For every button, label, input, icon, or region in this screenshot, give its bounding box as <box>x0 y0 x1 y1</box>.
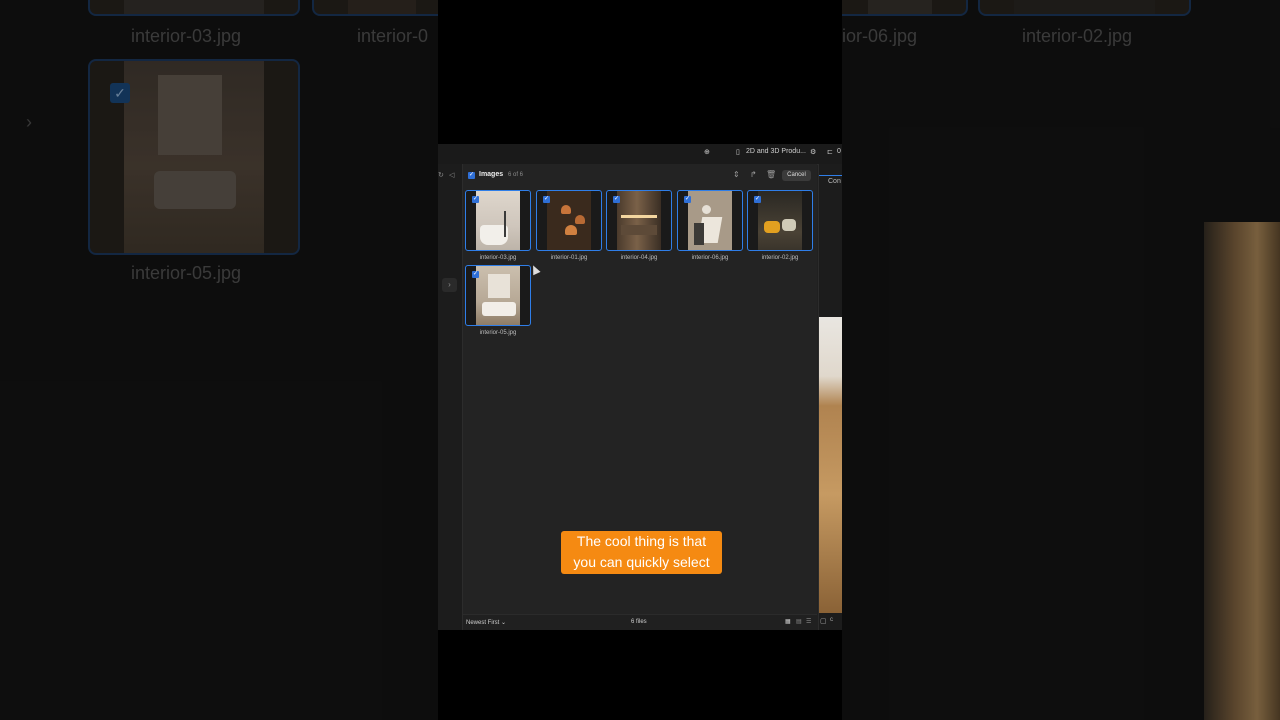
left-rail: ↻ ◁ › <box>438 164 463 630</box>
chevron-right-icon[interactable]: › <box>442 278 457 292</box>
selection-count: 6 of 6 <box>508 172 524 178</box>
block-shape <box>694 223 704 245</box>
check-icon[interactable]: ✓ <box>684 196 691 203</box>
check-icon[interactable]: ✓ <box>543 196 550 203</box>
top-bar: ⊕ ▯ 2D and 3D Produ... ⚙ ⊏ 0 <box>438 144 842 165</box>
check-icon[interactable]: ✓ <box>472 196 479 203</box>
yellow-chair-shape <box>764 221 780 233</box>
collapse-panel-icon[interactable]: ◁ <box>449 171 454 179</box>
pendant-lamp-shape <box>561 205 571 214</box>
footer-edge-label: c <box>830 617 833 623</box>
topbar-edge-label: 0 <box>837 148 841 155</box>
thumbnail-label: interior-03.jpg <box>479 255 517 261</box>
list-view-icon[interactable]: ☰ <box>806 618 811 625</box>
thumbnail-label: interior-02.jpg <box>761 255 799 261</box>
share-icon[interactable]: ↱ <box>750 170 757 179</box>
caption-line-2: you can quickly select <box>573 554 710 570</box>
thumbnail-interior-03[interactable]: ✓ <box>465 190 531 251</box>
pendant-lamp-shape <box>575 215 585 224</box>
check-icon[interactable]: ✓ <box>613 196 620 203</box>
led-shelf-shape <box>621 215 657 218</box>
background-left: interior-03.jpg interior-0 ✓ interior-05… <box>0 0 438 720</box>
thumbnail-label: interior-06.jpg <box>691 255 729 261</box>
thumbnail-interior-05[interactable]: ✓ <box>465 265 531 326</box>
folder-icon[interactable]: ⊏ <box>827 148 833 156</box>
thumbnail-label: interior-05.jpg <box>479 330 517 336</box>
file-icon: ▯ <box>736 149 740 156</box>
background-dim <box>0 0 438 720</box>
chair-shape <box>782 219 796 231</box>
thumbnail-interior-04[interactable]: ✓ <box>606 190 672 251</box>
thumbnail-label: interior-04.jpg <box>620 255 658 261</box>
caption-line-1: The cool thing is that <box>576 533 707 549</box>
mouse-cursor <box>529 263 541 276</box>
frame-shape <box>488 274 510 298</box>
sculpture-shape <box>702 205 711 214</box>
refresh-icon[interactable]: ↻ <box>438 171 444 179</box>
gear-icon[interactable]: ⚙ <box>810 148 816 156</box>
background-dim <box>842 0 1280 720</box>
select-all-checkbox[interactable]: ✓ <box>468 172 475 179</box>
tab-con[interactable]: Con <box>828 178 841 185</box>
move-icon[interactable]: ⇕ <box>733 170 740 179</box>
sort-label: Newest First <box>466 620 500 626</box>
cabinet-shape <box>621 225 657 235</box>
thumbnail-interior-06[interactable]: ✓ <box>677 190 743 251</box>
preview-image <box>819 317 842 613</box>
thumbnail-interior-01[interactable]: ✓ <box>536 190 602 251</box>
active-tab-indicator <box>819 175 842 176</box>
video-caption: The cool thing is that you can quickly s… <box>561 531 722 574</box>
grid-view-icon[interactable]: ▦ <box>785 618 791 625</box>
panel-title: Images <box>479 171 504 178</box>
thumbnail-label: interior-01.jpg <box>550 255 588 261</box>
checkbox-icon[interactable]: ▢ <box>820 617 827 625</box>
project-name[interactable]: 2D and 3D Produ... <box>746 148 806 155</box>
check-icon[interactable]: ✓ <box>472 271 479 278</box>
sort-dropdown[interactable]: Newest First ⌄ <box>466 619 506 626</box>
globe-icon[interactable]: ⊕ <box>704 148 710 156</box>
chevron-down-icon: ⌄ <box>501 620 507 626</box>
compact-grid-icon[interactable]: ▤ <box>796 618 802 625</box>
faucet-shape <box>504 211 506 237</box>
preview-panel: Con ▢ c <box>818 164 842 630</box>
cancel-button[interactable]: Cancel <box>782 170 811 181</box>
pendant-lamp-shape <box>565 225 577 235</box>
check-icon[interactable]: ✓ <box>754 196 761 203</box>
panel-footer: Newest First ⌄ 6 files ▦ ▤ ☰ <box>463 614 817 630</box>
thumbnail-interior-02[interactable]: ✓ <box>747 190 813 251</box>
pillows-shape <box>482 302 516 316</box>
trash-icon[interactable]: 🗑 <box>766 170 776 179</box>
file-count: 6 files <box>631 619 647 625</box>
panel-header: ✓ Images 6 of 6 ⇕ ↱ 🗑 Cancel <box>463 164 817 186</box>
background-right: ior-06.jpg interior-02.jpg <box>842 0 1280 720</box>
